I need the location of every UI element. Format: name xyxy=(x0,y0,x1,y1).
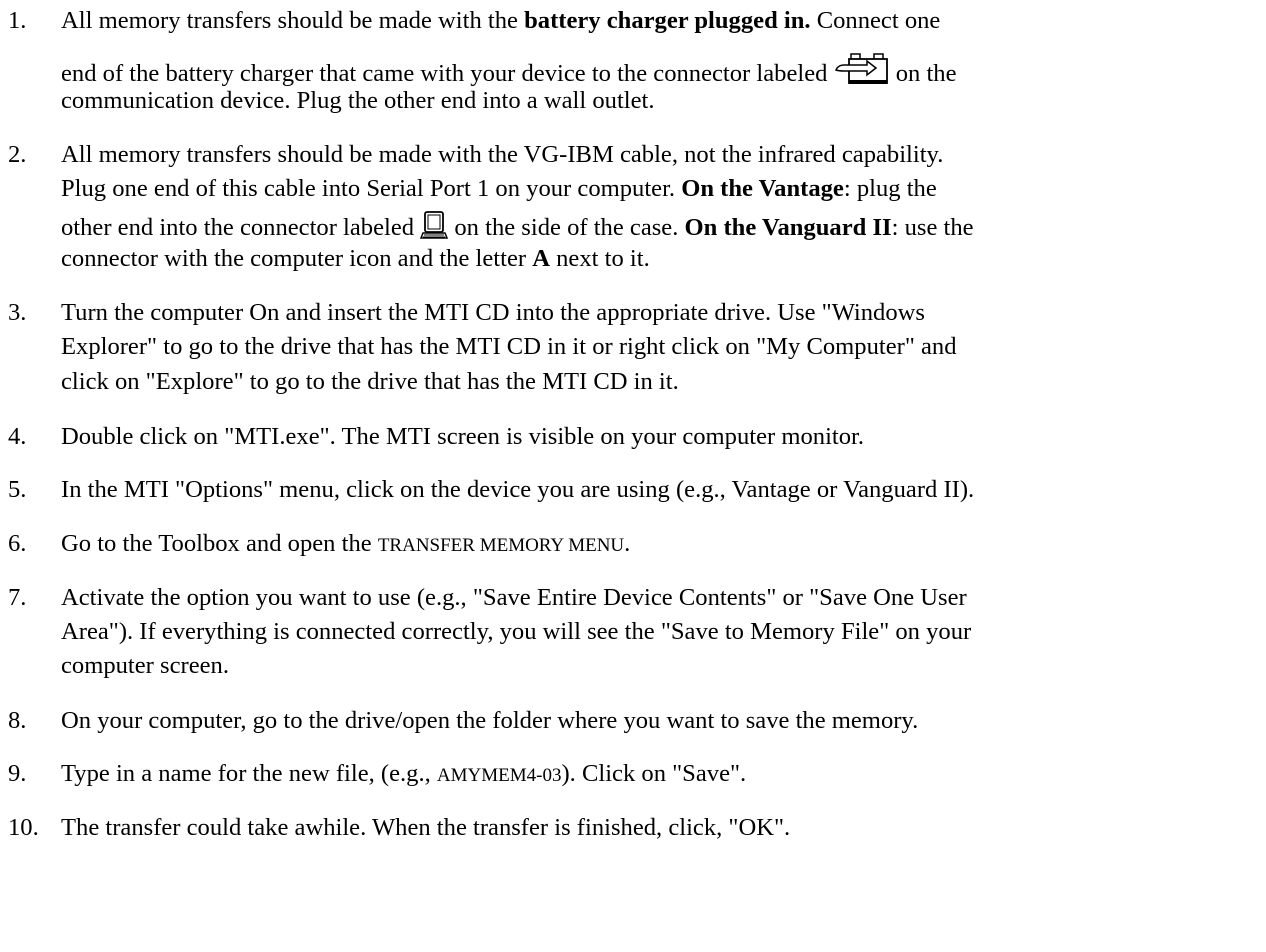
step-line: Type in a name for the new file, (e.g., … xyxy=(61,760,747,787)
step-line: connector with the computer icon and the… xyxy=(61,245,650,272)
step-number: 2. xyxy=(8,141,27,168)
step-line: All memory transfers should be made with… xyxy=(61,141,944,168)
step-line: other end into the connector labeled on … xyxy=(61,211,974,248)
step-line: The transfer could take awhile. When the… xyxy=(61,814,791,841)
step-number: 9. xyxy=(8,760,27,787)
step-line: In the MTI "Options" menu, click on the … xyxy=(61,476,975,503)
step-line: On your computer, go to the drive/open t… xyxy=(61,707,919,734)
step-number: 1. xyxy=(8,7,27,34)
instructions-document: 1. All memory transfers should be made w… xyxy=(0,0,1266,952)
step-line: Turn the computer On and insert the MTI … xyxy=(61,299,925,326)
step-line: Go to the Toolbox and open the TRANSFER … xyxy=(61,530,631,557)
battery-charger-icon xyxy=(834,53,890,94)
step-number: 6. xyxy=(8,530,27,557)
step-line: Explorer" to go to the drive that has th… xyxy=(61,333,957,360)
step-number: 3. xyxy=(8,299,27,326)
step-number: 10. xyxy=(8,814,39,841)
step-number: 7. xyxy=(8,584,27,611)
computer-port-icon xyxy=(420,211,449,248)
step-line: communication device. Plug the other end… xyxy=(61,87,655,114)
step-line: click on "Explore" to go to the drive th… xyxy=(61,368,679,395)
step-line: Double click on "MTI.exe". The MTI scree… xyxy=(61,423,865,450)
step-line: Activate the option you want to use (e.g… xyxy=(61,584,967,611)
step-number: 8. xyxy=(8,707,27,734)
step-number: 5. xyxy=(8,476,27,503)
step-line: All memory transfers should be made with… xyxy=(61,7,941,34)
step-line: computer screen. xyxy=(61,652,229,679)
step-line: Plug one end of this cable into Serial P… xyxy=(61,175,937,202)
step-line: Area"). If everything is connected corre… xyxy=(61,618,972,645)
step-number: 4. xyxy=(8,423,27,450)
